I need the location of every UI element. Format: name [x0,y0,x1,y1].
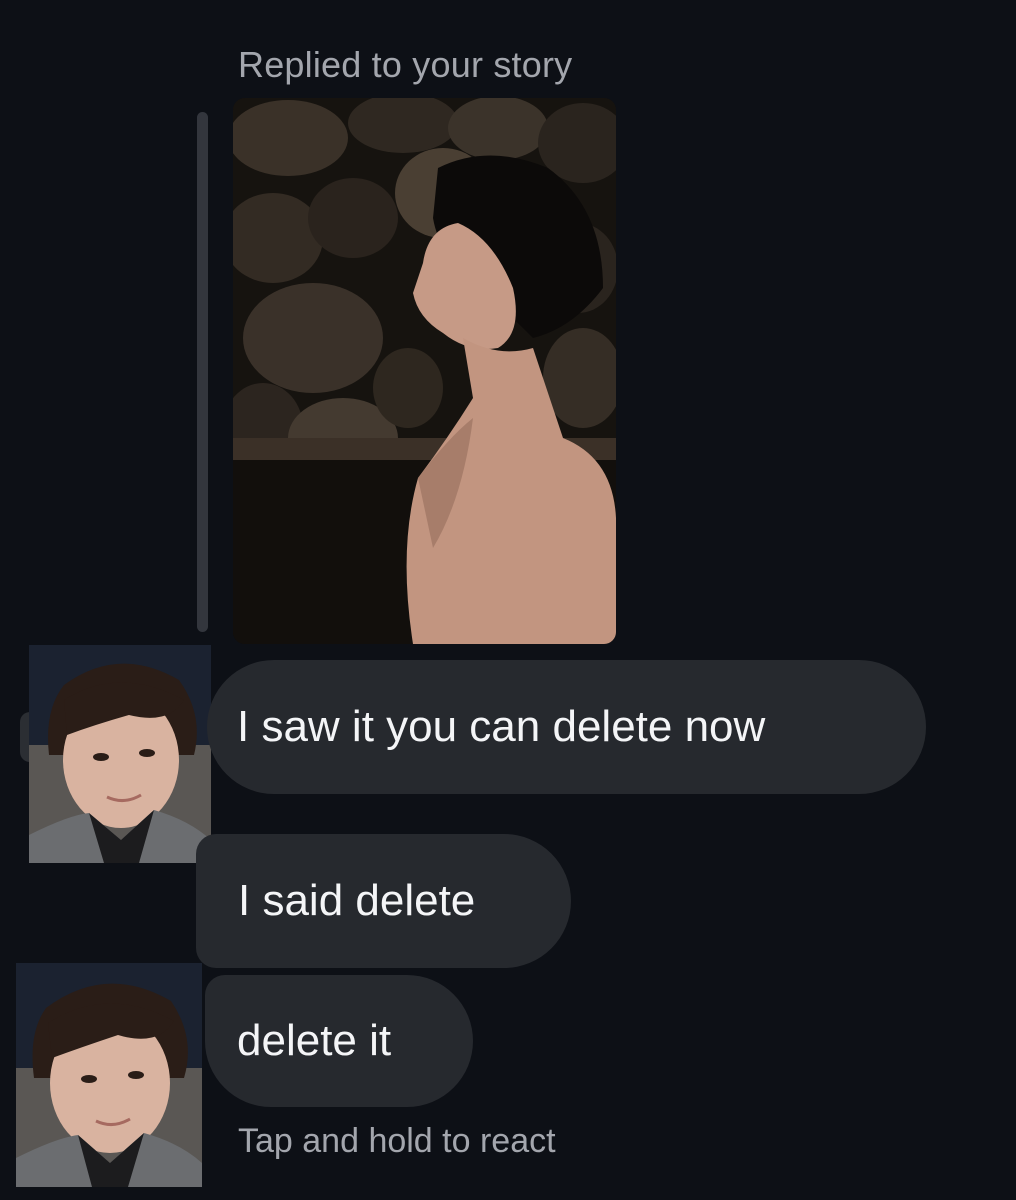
reply-indicator-bar [197,112,208,632]
message-bubble[interactable]: I said delete [196,834,571,968]
story-image[interactable] [233,98,616,644]
message-text: I said delete [238,876,476,925]
sender-avatar[interactable] [29,645,211,863]
message-text: delete it [237,1016,392,1065]
message-text: I saw it you can delete now [237,702,766,751]
replied-to-story-label: Replied to your story [238,44,573,85]
profile-photo-icon [29,645,211,863]
story-photo-icon [233,98,616,644]
message-bubble[interactable]: I saw it you can delete now [207,660,926,794]
sender-avatar[interactable] [16,963,202,1187]
message-bubble[interactable]: delete it [205,975,473,1107]
profile-photo-icon [16,963,202,1187]
react-hint-text: Tap and hold to react [238,1122,556,1160]
